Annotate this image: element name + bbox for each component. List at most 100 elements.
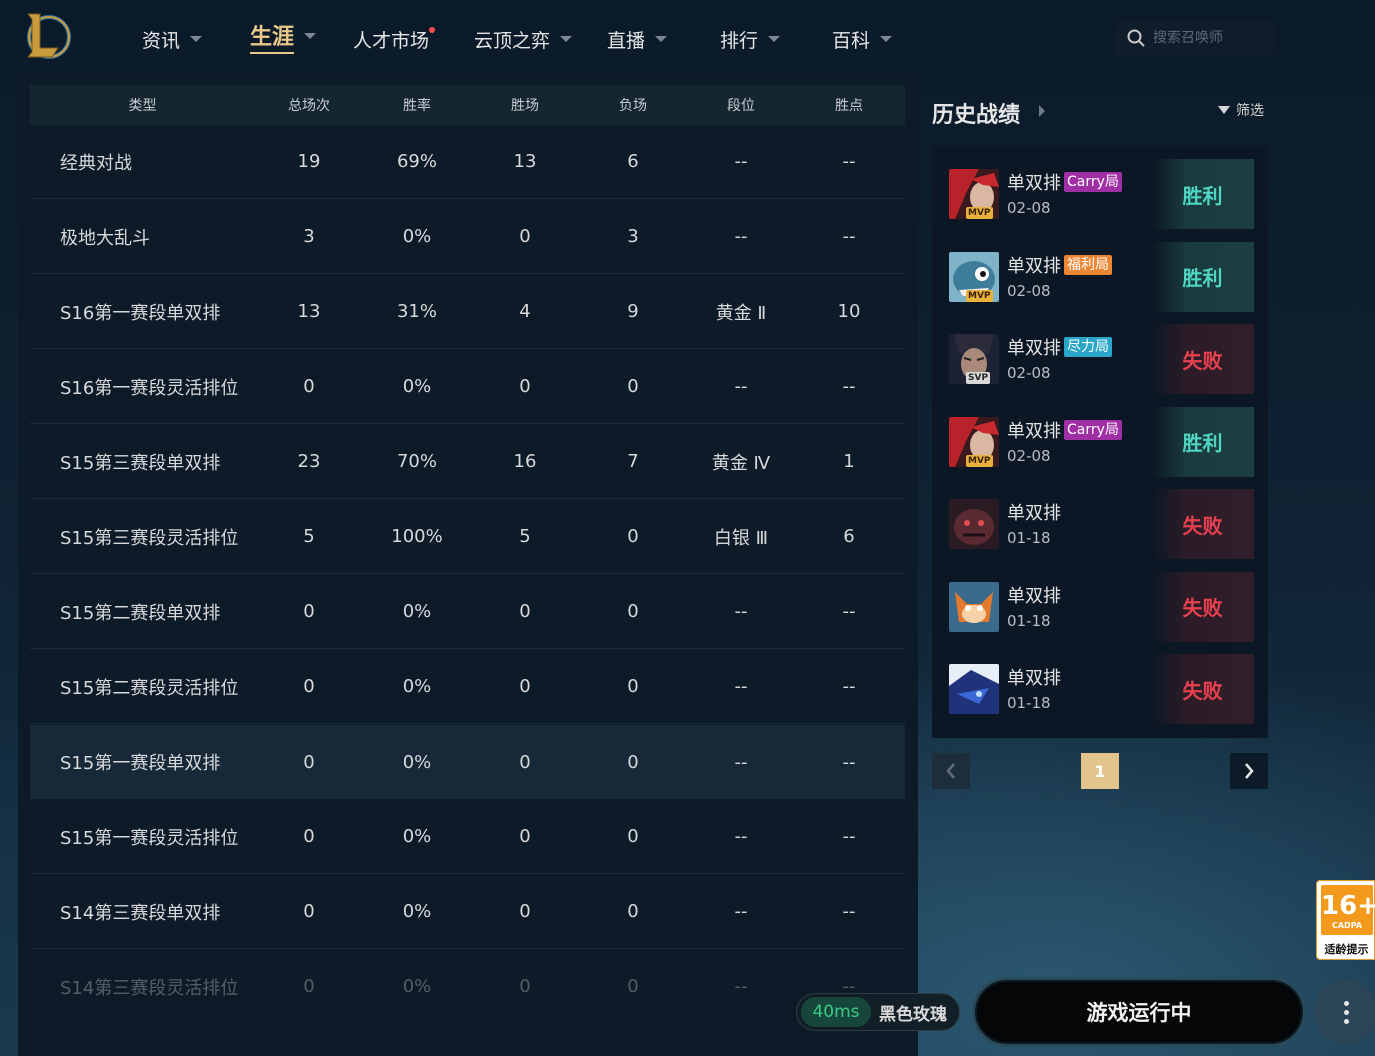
column-header: 类型 xyxy=(128,98,157,114)
more-menu-button[interactable] xyxy=(1314,980,1375,1044)
table-cell: 1 xyxy=(843,451,855,472)
nav-item[interactable]: 直播 xyxy=(607,25,668,53)
nav-item[interactable]: 百科 xyxy=(832,25,893,53)
nav-item-label: 排行 xyxy=(720,29,759,52)
table-cell: 0 xyxy=(627,826,639,847)
chevron-down-icon[interactable] xyxy=(304,33,317,39)
nav-item[interactable]: 云顶之弈 xyxy=(474,25,573,53)
table-cell: 极地大乱斗 xyxy=(60,227,150,249)
table-cell: 0 xyxy=(303,601,315,622)
chevron-right-icon xyxy=(1245,763,1254,779)
match-item[interactable]: MVP 单双排 福利局 02-08 胜利 xyxy=(946,241,1254,312)
match-item[interactable]: 单双排 01-18 失败 xyxy=(946,489,1254,559)
nav-item[interactable]: 生涯 xyxy=(250,22,317,54)
match-item[interactable]: MVP 单双排 Carry局 02-08 胜利 xyxy=(946,406,1254,477)
match-mode: 单双排 xyxy=(1007,420,1061,442)
table-cell: 0 xyxy=(303,826,315,847)
prev-page-button[interactable] xyxy=(932,753,970,789)
table-row[interactable]: 经典对战 19 69% 13 6 -- -- xyxy=(30,125,905,199)
age-rating-tip: 适龄提示 xyxy=(1324,943,1369,956)
table-cell: S16第一赛段单双排 xyxy=(60,302,221,324)
match-item[interactable]: MVP 单双排 Carry局 02-08 胜利 xyxy=(946,159,1254,229)
table-cell: 0 xyxy=(519,901,531,922)
filter-button[interactable]: 筛选 xyxy=(1218,100,1264,120)
column-header: 负场 xyxy=(619,98,647,114)
match-date: 02-08 xyxy=(1007,199,1051,217)
summoner-search[interactable] xyxy=(1115,20,1275,56)
table-cell: 10 xyxy=(837,301,861,322)
table-cell: -- xyxy=(842,376,856,397)
chevron-down-icon[interactable] xyxy=(560,36,573,42)
match-item[interactable]: 单双排 01-18 失败 xyxy=(946,571,1254,642)
match-item[interactable]: 单双排 01-18 失败 xyxy=(946,654,1254,724)
table-row[interactable]: S15第三赛段灵活排位 5 100% 5 0 白银 Ⅲ 6 xyxy=(30,500,905,574)
match-mode: 单双排 xyxy=(1007,668,1061,689)
table-cell: 19 xyxy=(297,151,321,172)
table-cell: 0 xyxy=(627,751,639,773)
match-result: 胜利 xyxy=(1151,406,1254,477)
search-icon[interactable] xyxy=(1127,29,1145,47)
table-cell: 0% xyxy=(402,376,432,397)
server-status[interactable]: 40ms 黑色玫瑰 xyxy=(796,993,960,1031)
table-cell: 0% xyxy=(402,976,432,997)
table-cell: 0 xyxy=(519,376,531,397)
table-row[interactable]: S15第二赛段单双排 0 0% 0 0 -- -- xyxy=(30,575,905,649)
table-cell: 5 xyxy=(519,526,531,547)
table-row[interactable]: S16第一赛段灵活排位 0 0% 0 0 -- -- xyxy=(30,350,905,424)
champion-avatar-icon xyxy=(949,581,999,632)
table-cell: S15第一赛段单双排 xyxy=(60,753,221,774)
table-cell: -- xyxy=(842,601,856,622)
table-cell: -- xyxy=(842,901,856,922)
next-page-button[interactable] xyxy=(1230,753,1268,789)
table-row[interactable]: S16第一赛段单双排 13 31% 4 9 黄金 Ⅱ 10 xyxy=(30,275,905,349)
history-title[interactable]: 历史战绩 xyxy=(932,97,1020,129)
age-rating-badge[interactable]: 16+ CADPA 适龄提示 xyxy=(1316,880,1375,960)
more-dot-icon xyxy=(1343,1009,1349,1015)
column-header: 段位 xyxy=(727,98,755,114)
table-cell: 5 xyxy=(303,526,315,547)
server-name: 黑色玫瑰 xyxy=(879,1004,947,1025)
table-row[interactable]: 极地大乱斗 3 0% 0 3 -- -- xyxy=(30,200,905,274)
table-row[interactable]: S15第一赛段单双排 0 0% 0 0 -- -- xyxy=(30,725,905,799)
match-item[interactable]: SVP 单双排 尽力局 02-08 失败 xyxy=(946,324,1254,394)
performance-badge: MVP xyxy=(966,289,993,302)
match-result: 失败 xyxy=(1151,489,1254,559)
chevron-down-icon[interactable] xyxy=(190,36,203,42)
table-cell: S15第三赛段灵活排位 xyxy=(60,527,239,549)
table-row[interactable]: S15第三赛段单双排 23 70% 16 7 黄金 Ⅳ 1 xyxy=(30,425,905,499)
match-result: 失败 xyxy=(1151,324,1254,394)
table-cell: 黄金 Ⅱ xyxy=(715,302,767,324)
chevron-right-icon[interactable] xyxy=(1039,105,1045,117)
match-history-list: MVP 单双排 Carry局 02-08 胜利 MVP 单双排 福利局 02-08 胜利 SVP 单双… xyxy=(932,146,1268,738)
table-row[interactable]: S14第三赛段灵活排位 0 0% 0 0 -- -- xyxy=(30,950,905,1024)
table-row[interactable]: S15第二赛段灵活排位 0 0% 0 0 -- -- xyxy=(30,650,905,724)
column-header: 胜率 xyxy=(403,98,431,114)
career-stats-panel: 类型 总场次 胜率 胜场 负场 段位 胜点 经典对战 19 69% 13 6 -- -- 极地大乱斗 3 0%… xyxy=(18,75,918,1056)
age-rating-org: CADPA xyxy=(1331,921,1363,930)
nav-item-label: 资讯 xyxy=(142,29,181,52)
chevron-down-icon[interactable] xyxy=(880,36,893,42)
column-header: 总场次 xyxy=(288,98,330,114)
nav-item[interactable]: 排行 xyxy=(720,25,781,53)
more-dot-icon xyxy=(1343,1018,1349,1024)
table-row[interactable]: S14第三赛段单双排 0 0% 0 0 -- -- xyxy=(30,875,905,949)
chevron-down-icon[interactable] xyxy=(768,36,781,42)
lol-logo-icon[interactable] xyxy=(22,10,72,62)
table-cell: 0 xyxy=(627,601,639,622)
game-running-button[interactable]: 游戏运行中 xyxy=(972,977,1306,1047)
nav-item[interactable]: 资讯 xyxy=(142,25,203,53)
chevron-down-icon[interactable] xyxy=(655,36,668,42)
search-input[interactable] xyxy=(1153,30,1271,46)
table-cell: 黄金 Ⅳ xyxy=(711,452,771,474)
table-cell: -- xyxy=(734,226,748,247)
table-cell: -- xyxy=(734,676,748,697)
table-cell: -- xyxy=(734,601,748,622)
page-number-button[interactable]: 1 xyxy=(1081,753,1119,789)
match-result: 失败 xyxy=(1151,654,1254,724)
table-row[interactable]: S15第一赛段灵活排位 0 0% 0 0 -- -- xyxy=(30,800,905,874)
match-mode: 单双排 xyxy=(1007,585,1061,607)
table-cell: 3 xyxy=(303,226,315,247)
table-cell: S15第三赛段单双排 xyxy=(60,452,221,474)
nav-item-label: 云顶之弈 xyxy=(474,29,551,52)
nav-item[interactable]: 人才市场 xyxy=(353,25,436,53)
